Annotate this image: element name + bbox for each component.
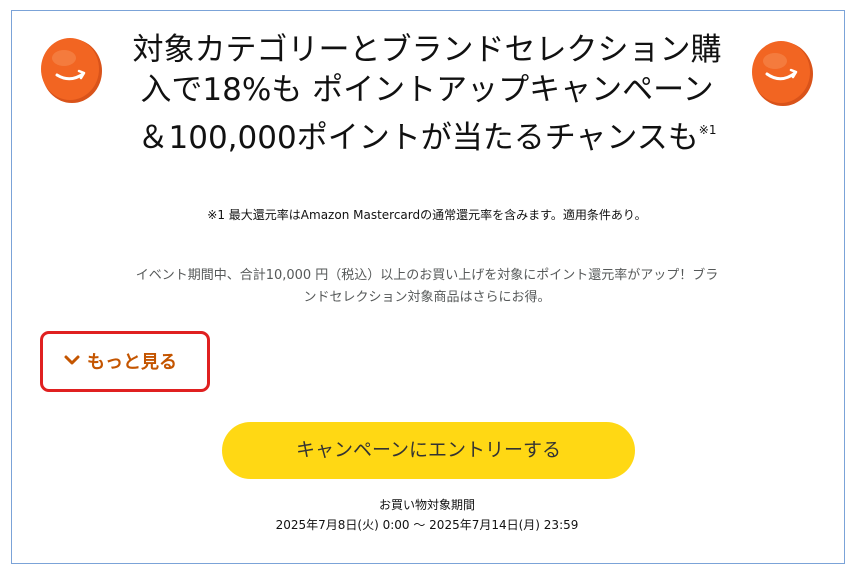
headline-text: 対象カテゴリーとブランドセレクション購入で18%も ポイントアップキャンペーン＆…	[132, 32, 722, 156]
footnote-marker: ※1	[698, 123, 717, 137]
campaign-headline: 対象カテゴリーとブランドセレクション購入で18%も ポイントアップキャンペーン＆…	[130, 30, 724, 158]
campaign-description: イベント期間中、合計10,000 円（税込）以上のお買い上げを対象にポイント還元…	[135, 268, 719, 305]
chevron-down-icon	[64, 355, 80, 365]
show-more-label: もっと見る	[87, 352, 177, 373]
amazon-coin-icon	[41, 38, 102, 103]
period-value: 2025年7月8日(火) 0:00 ～ 2025年7月14日(月) 23:59	[275, 518, 579, 532]
amazon-coin-icon	[752, 41, 813, 106]
show-more-button[interactable]: もっと見る	[40, 331, 210, 392]
footnote-text: ※1 最大還元率はAmazon Mastercardの通常還元率を含みます。適用…	[207, 208, 647, 222]
period-label: お買い物対象期間	[378, 498, 475, 512]
campaign-entry-button[interactable]: キャンペーンにエントリーする	[222, 422, 635, 479]
